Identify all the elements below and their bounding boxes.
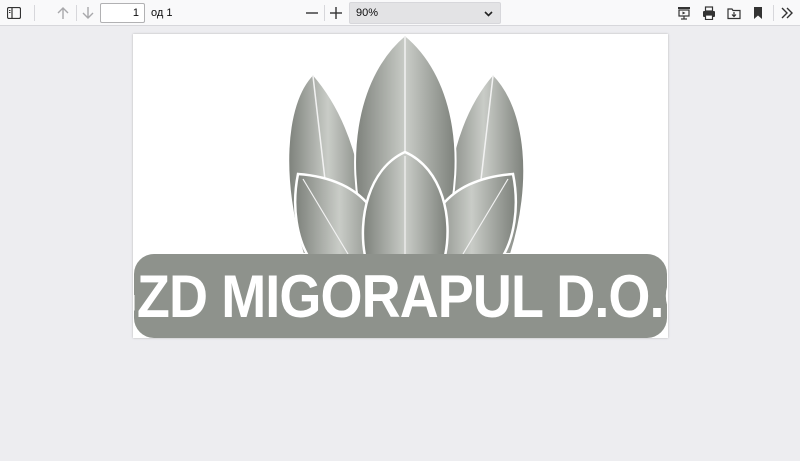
zoom-in-button[interactable] [325,3,347,23]
page-number-input[interactable] [100,3,145,23]
pdf-toolbar: од 1 90% [0,0,800,26]
toolbar-separator [34,5,35,21]
bookmark-button[interactable] [747,3,769,23]
double-chevron-icon [780,7,794,19]
save-button[interactable] [723,3,745,23]
company-name: GZD MIGORAPUL D.O.O [133,262,668,330]
zoom-value: 90% [356,7,379,19]
plus-icon [330,7,342,19]
next-page-button[interactable] [77,3,99,23]
sidebar-toggle-icon [7,7,21,19]
zoom-select[interactable]: 90% [349,2,501,24]
previous-page-button[interactable] [52,3,74,23]
tools-button[interactable] [776,3,798,23]
page-count-label: од 1 [151,7,173,19]
print-button[interactable] [698,3,720,23]
print-icon [702,6,716,20]
toolbar-separator [773,5,774,21]
bookmark-icon [752,6,764,20]
pdf-page: GZD MIGORAPUL D.O.O [133,34,668,338]
company-banner: GZD MIGORAPUL D.O.O [133,254,668,338]
chevron-down-icon [484,9,493,21]
presentation-mode-button[interactable] [673,3,695,23]
arrow-up-icon [56,6,70,20]
minus-icon [306,7,318,19]
save-icon [727,6,741,20]
presentation-mode-icon [677,6,691,20]
arrow-down-icon [81,6,95,20]
zoom-out-button[interactable] [301,3,323,23]
sidebar-toggle-button[interactable] [3,3,25,23]
